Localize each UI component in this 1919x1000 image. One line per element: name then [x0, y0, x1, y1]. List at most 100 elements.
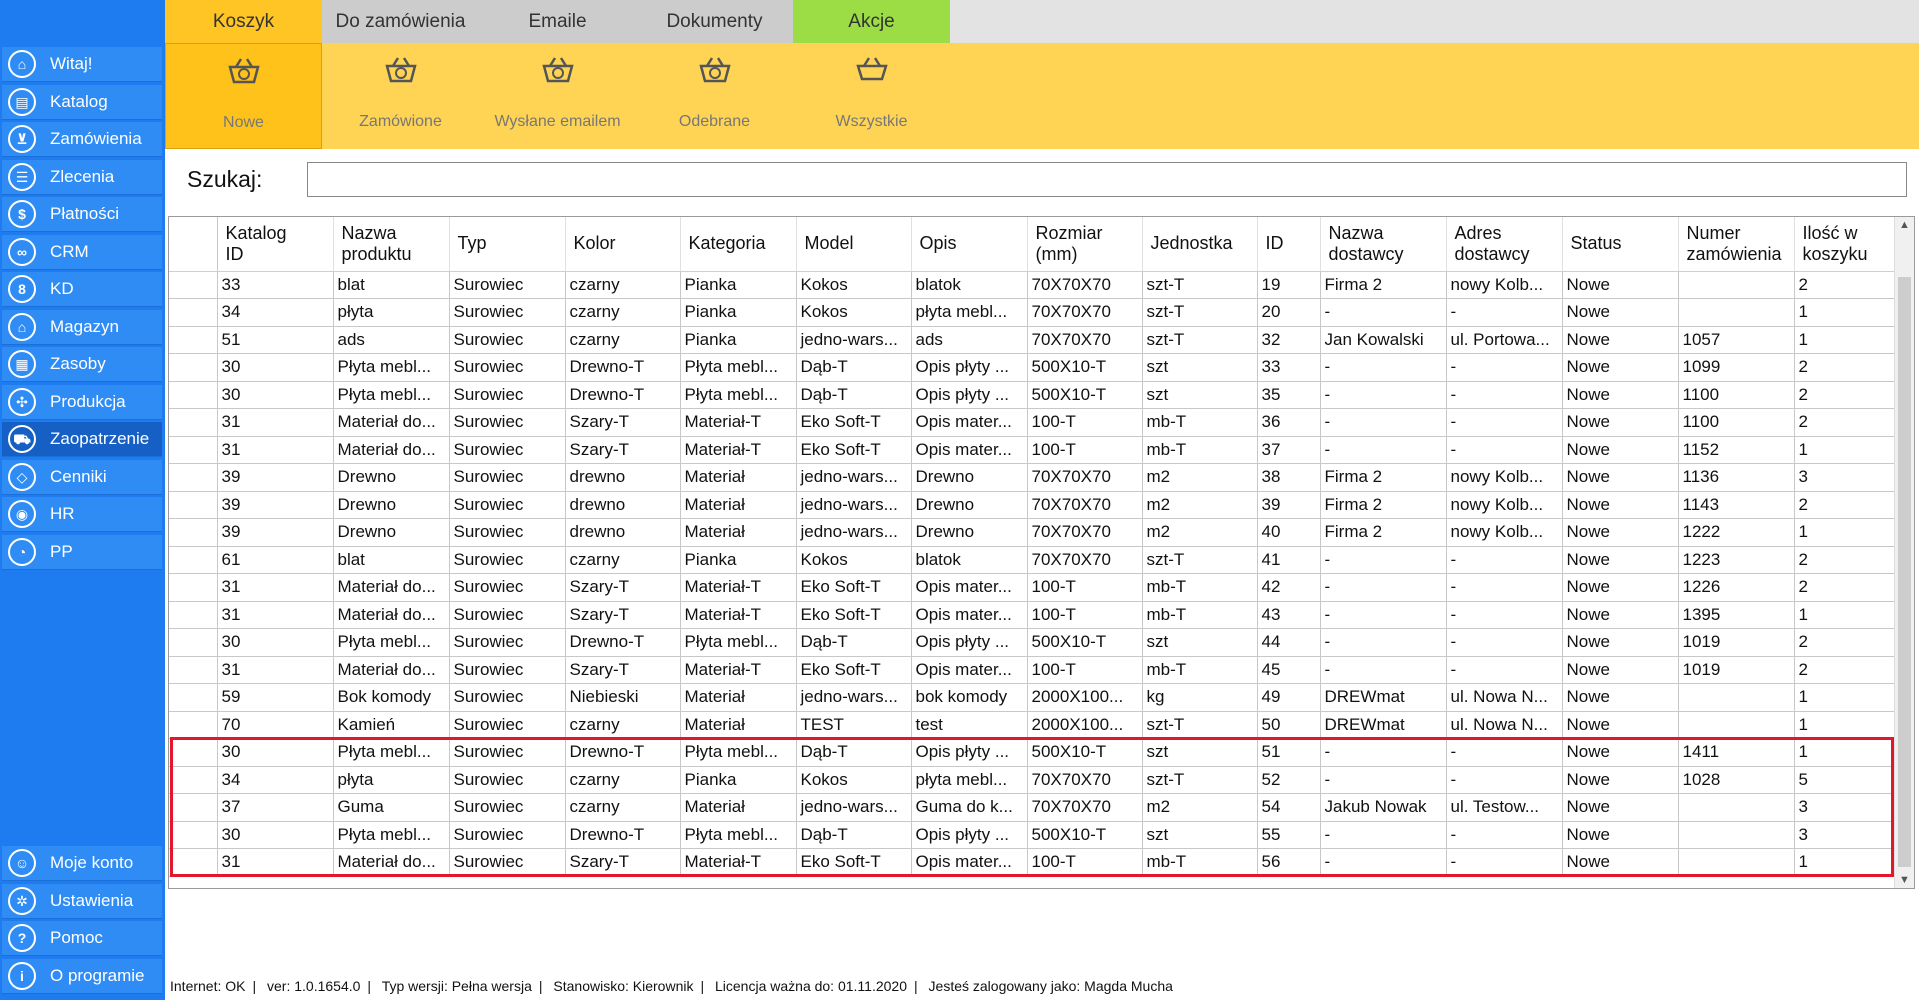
scroll-thumb[interactable] — [1898, 277, 1911, 867]
sidebar-item-pomoc[interactable]: ? Pomoc — [2, 921, 162, 956]
row-header[interactable] — [169, 271, 218, 299]
table-row[interactable]: 30 Płyta mebl... Surowiec Drewno-T Płyta meb… — [169, 821, 1909, 849]
column-header-adres[interactable]: Adres dostawcy — [1446, 217, 1563, 272]
column-header-kategoria[interactable]: Kategoria — [680, 217, 797, 272]
sidebar-item-produkcja[interactable]: ✣ Produkcja — [2, 384, 162, 420]
table-row[interactable]: 59 Bok komody Surowiec Niebieski Materiał jed… — [169, 683, 1909, 712]
chart-icon: ◔ — [8, 537, 36, 566]
row-header[interactable] — [169, 766, 218, 794]
cell-dostawca: - — [1320, 656, 1447, 684]
scroll-up-icon[interactable]: ▲ — [1899, 219, 1910, 231]
sidebar-item-zaopatrzenie[interactable]: ⛟ Zaopatrzenie — [2, 422, 162, 457]
table-row[interactable]: 34 płyta Surowiec czarny Pianka Kokos płyta me… — [169, 298, 1909, 327]
row-header[interactable] — [169, 656, 218, 684]
table-row[interactable]: 31 Materiał do... Surowiec Szary-T Materiał-… — [169, 656, 1909, 684]
row-header[interactable] — [169, 353, 218, 382]
sidebar-item-zlecenia[interactable]: ☰ Zlecenia — [2, 159, 162, 195]
column-header-kolor[interactable]: Kolor — [565, 217, 681, 272]
tab-akcje[interactable]: Akcje — [793, 0, 950, 43]
row-header[interactable] — [169, 546, 218, 574]
table-row[interactable]: 31 Materiał do... Surowiec Szary-T Materiał-… — [169, 573, 1909, 602]
row-header[interactable] — [169, 326, 218, 354]
row-header[interactable] — [169, 408, 218, 437]
row-header[interactable] — [169, 491, 218, 519]
row-header[interactable] — [169, 793, 218, 822]
sidebar-item-kd[interactable]: 8 KD — [2, 272, 162, 307]
sidebar-item-cenniki[interactable]: ◇ Cenniki — [2, 459, 162, 495]
table-row[interactable]: 31 Materiał do... Surowiec Szary-T Materiał-… — [169, 408, 1909, 437]
column-header-id[interactable]: ID — [1257, 217, 1321, 272]
row-header[interactable] — [169, 436, 218, 464]
ribbon-button-odebrane[interactable]: Odebrane — [636, 43, 793, 149]
table-row[interactable]: 30 Płyta mebl... Surowiec Drewno-T Płyta meb… — [169, 353, 1909, 382]
column-header-typ[interactable]: Typ — [449, 217, 566, 272]
column-header-opis[interactable]: Opis — [911, 217, 1028, 272]
cell-dostawca: - — [1320, 408, 1447, 437]
row-header[interactable] — [169, 518, 218, 547]
sidebar-item-zasoby[interactable]: ▦ Zasoby — [2, 347, 162, 382]
sidebar-item-ustawienia[interactable]: ✲ Ustawienia — [2, 883, 162, 919]
tab-koszyk[interactable]: Koszyk — [165, 0, 322, 43]
tab-emaile[interactable]: Emaile — [479, 0, 636, 43]
resources-icon: ▦ — [8, 350, 36, 378]
sidebar-item-witaj-[interactable]: ⌂ Witaj! — [2, 47, 162, 82]
row-header[interactable] — [169, 601, 218, 629]
row-header[interactable] — [169, 821, 218, 849]
ribbon-button-nowe[interactable]: Nowe — [165, 43, 322, 149]
table-row[interactable]: 70 Kamień Surowiec czarny Materiał TEST test 20… — [169, 711, 1909, 739]
table-row[interactable]: 30 Płyta mebl... Surowiec Drewno-T Płyta meb… — [169, 628, 1909, 657]
table-row[interactable]: 37 Guma Surowiec czarny Materiał jedno-wars..… — [169, 793, 1909, 822]
cell-numer — [1678, 848, 1795, 877]
column-header-ilosc[interactable]: Ilość w koszyku — [1794, 217, 1909, 272]
table-row[interactable]: 39 Drewno Surowiec drewno Materiał jedno-wars… — [169, 518, 1909, 547]
row-header[interactable] — [169, 683, 218, 712]
table-row[interactable]: 39 Drewno Surowiec drewno Materiał jedno-wars… — [169, 491, 1909, 519]
column-header-jednostka[interactable]: Jednostka — [1142, 217, 1258, 272]
sidebar-item-crm[interactable]: ∞ CRM — [2, 234, 162, 270]
table-row[interactable]: 31 Materiał do... Surowiec Szary-T Materiał-… — [169, 601, 1909, 629]
row-header[interactable] — [169, 381, 218, 409]
row-header[interactable] — [169, 573, 218, 602]
table-row[interactable]: 33 blat Surowiec czarny Pianka Kokos blatok 70X… — [169, 271, 1909, 299]
cell-id: 19 — [1257, 271, 1321, 299]
sidebar-item-zam-wienia[interactable]: ⊻ Zamówienia — [2, 122, 162, 157]
search-input[interactable] — [307, 162, 1907, 197]
sidebar-item-magazyn[interactable]: ⌂ Magazyn — [2, 309, 162, 345]
table-row[interactable]: 30 Płyta mebl... Surowiec Drewno-T Płyta meb… — [169, 738, 1909, 767]
tab-dokumenty[interactable]: Dokumenty — [636, 0, 793, 43]
row-header[interactable] — [169, 628, 218, 657]
row-header[interactable] — [169, 738, 218, 767]
row-header[interactable] — [169, 298, 218, 327]
sidebar-item-label: PP — [50, 541, 73, 561]
ribbon-button-zam-wione[interactable]: Zamówione — [322, 43, 479, 149]
column-header-katalog-id[interactable]: Katalog ID — [217, 217, 334, 272]
scroll-down-icon[interactable]: ▼ — [1899, 874, 1910, 886]
table-row[interactable]: 31 Materiał do... Surowiec Szary-T Materiał-… — [169, 848, 1909, 877]
table-row[interactable]: 34 płyta Surowiec czarny Pianka Kokos płyta me… — [169, 766, 1909, 794]
sidebar-item-moje-konto[interactable]: ☺ Moje konto — [2, 846, 162, 881]
cell-kategoria: Materiał-T — [680, 656, 797, 684]
table-row[interactable]: 39 Drewno Surowiec drewno Materiał jedno-wars… — [169, 463, 1909, 492]
table-row[interactable]: 30 Płyta mebl... Surowiec Drewno-T Płyta meb… — [169, 381, 1909, 409]
ribbon-button-wys-ane-emailem[interactable]: Wysłane emailem — [479, 43, 636, 149]
column-header-dostawca[interactable]: Nazwa dostawcy — [1320, 217, 1447, 272]
row-header[interactable] — [169, 848, 218, 877]
tab-do-zam-wienia[interactable]: Do zamówienia — [322, 0, 479, 43]
column-header-status[interactable]: Status — [1562, 217, 1679, 272]
sidebar-item-o-programie[interactable]: i O programie — [2, 958, 162, 994]
table-row[interactable]: 61 blat Surowiec czarny Pianka Kokos blatok 70X… — [169, 546, 1909, 574]
table-row[interactable]: 51 ads Surowiec czarny Pianka jedno-wars... ad… — [169, 326, 1909, 354]
sidebar-item-hr[interactable]: ◉ HR — [2, 497, 162, 532]
row-header[interactable] — [169, 463, 218, 492]
row-header[interactable] — [169, 711, 218, 739]
table-row[interactable]: 31 Materiał do... Surowiec Szary-T Materiał-… — [169, 436, 1909, 464]
sidebar-item-p-atno-ci[interactable]: $ Płatności — [2, 197, 162, 232]
column-header-rozmiar[interactable]: Rozmiar (mm) — [1027, 217, 1143, 272]
column-header-nazwa[interactable]: Nazwa produktu — [333, 217, 450, 272]
sidebar-item-katalog[interactable]: ▤ Katalog — [2, 84, 162, 120]
ribbon-button-wszystkie[interactable]: Wszystkie — [793, 43, 950, 149]
column-header-numer[interactable]: Numer zamówienia — [1678, 217, 1795, 272]
vertical-scrollbar[interactable]: ▲ ▼ — [1894, 217, 1914, 888]
sidebar-item-pp[interactable]: ◔ PP — [2, 534, 162, 570]
column-header-model[interactable]: Model — [796, 217, 912, 272]
